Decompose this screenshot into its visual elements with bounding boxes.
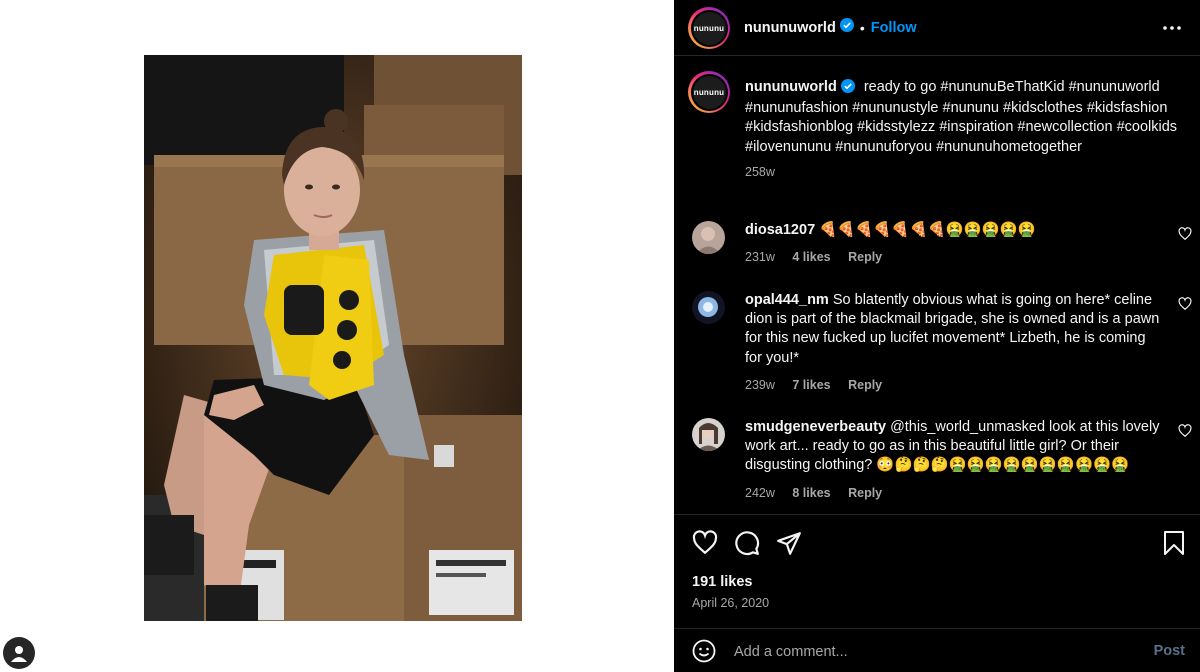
reply-button[interactable]: Reply: [848, 486, 882, 500]
caption-avatar-logo: nununu: [692, 75, 726, 109]
comment-username[interactable]: opal444_nm: [745, 292, 829, 308]
comment-meta: 239w 7 likes Reply: [745, 376, 1165, 395]
post-photo-image: [144, 55, 522, 621]
likes-count[interactable]: 191 likes: [692, 574, 752, 590]
post-actions: [674, 516, 1200, 572]
caption-avatar[interactable]: nununu: [688, 71, 730, 113]
comment-age[interactable]: 231w: [745, 250, 775, 264]
author-avatar-logo: nununu: [692, 11, 726, 45]
post-date: April 26, 2020: [692, 596, 770, 610]
bookmark-icon[interactable]: [1162, 530, 1186, 561]
follow-button[interactable]: Follow: [871, 20, 917, 36]
header-author-row: nununuworld • Follow: [744, 18, 917, 37]
comment-body: opal444_nm So blatently obvious what is …: [745, 291, 1165, 395]
comment-body: smudgeneverbeauty @this_world_unmasked l…: [745, 418, 1165, 503]
caption-username[interactable]: nununuworld: [745, 79, 837, 95]
comment-likes[interactable]: 7 likes: [792, 378, 830, 392]
heart-icon[interactable]: [692, 530, 718, 561]
more-icon[interactable]: [1162, 18, 1182, 43]
user-icon[interactable]: [3, 637, 35, 669]
reply-button[interactable]: Reply: [848, 378, 882, 392]
comment-likes[interactable]: 8 likes: [792, 486, 830, 500]
comment-text: 🍕🍕🍕🍕🍕🍕🍕🤮🤮🤮🤮🤮: [819, 222, 1036, 238]
author-avatar[interactable]: nununu: [688, 7, 730, 49]
comment-icon[interactable]: [734, 530, 760, 561]
comment-age[interactable]: 239w: [745, 378, 775, 392]
post-panel: nununu nununuworld • Follow nununu nunun…: [674, 0, 1200, 672]
comment-avatar[interactable]: [692, 291, 725, 324]
comment-meta: 242w 8 likes Reply: [745, 484, 1165, 503]
comments-scroll[interactable]: nununu nununuworld ready to go #nununuBe…: [674, 57, 1200, 515]
comment-avatar[interactable]: [692, 221, 725, 254]
comment-body: diosa1207 🍕🍕🍕🍕🍕🍕🍕🤮🤮🤮🤮🤮 231w 4 likes Repl…: [745, 221, 1165, 267]
heart-icon[interactable]: [1178, 227, 1192, 246]
add-comment-bar: Post: [674, 628, 1200, 672]
caption-meta: 258w: [745, 163, 1185, 182]
caption-age[interactable]: 258w: [745, 165, 775, 179]
post-photo[interactable]: [144, 55, 522, 621]
post-header: nununu nununuworld • Follow: [674, 0, 1200, 56]
share-icon[interactable]: [776, 530, 802, 561]
comment-likes[interactable]: 4 likes: [792, 250, 830, 264]
comment-username[interactable]: diosa1207: [745, 222, 815, 238]
author-username[interactable]: nununuworld: [744, 20, 836, 36]
media-area: [0, 0, 674, 672]
heart-icon[interactable]: [1178, 297, 1192, 316]
comment-meta: 231w 4 likes Reply: [745, 248, 1165, 267]
comment-username[interactable]: smudgeneverbeauty: [745, 419, 886, 435]
heart-icon[interactable]: [1178, 424, 1192, 443]
caption: nununuworld ready to go #nununuBeThatKid…: [745, 78, 1185, 182]
comment-input[interactable]: [734, 639, 1114, 665]
reply-button[interactable]: Reply: [848, 250, 882, 264]
emoji-icon[interactable]: [692, 639, 716, 668]
comment-avatar[interactable]: [692, 418, 725, 451]
comment-age[interactable]: 242w: [745, 486, 775, 500]
verified-icon: [839, 18, 854, 37]
page: nununu nununuworld • Follow nununu nunun…: [0, 0, 1200, 672]
post-button[interactable]: Post: [1154, 643, 1185, 659]
header-separator: •: [859, 19, 865, 36]
verified-icon: [840, 79, 855, 99]
